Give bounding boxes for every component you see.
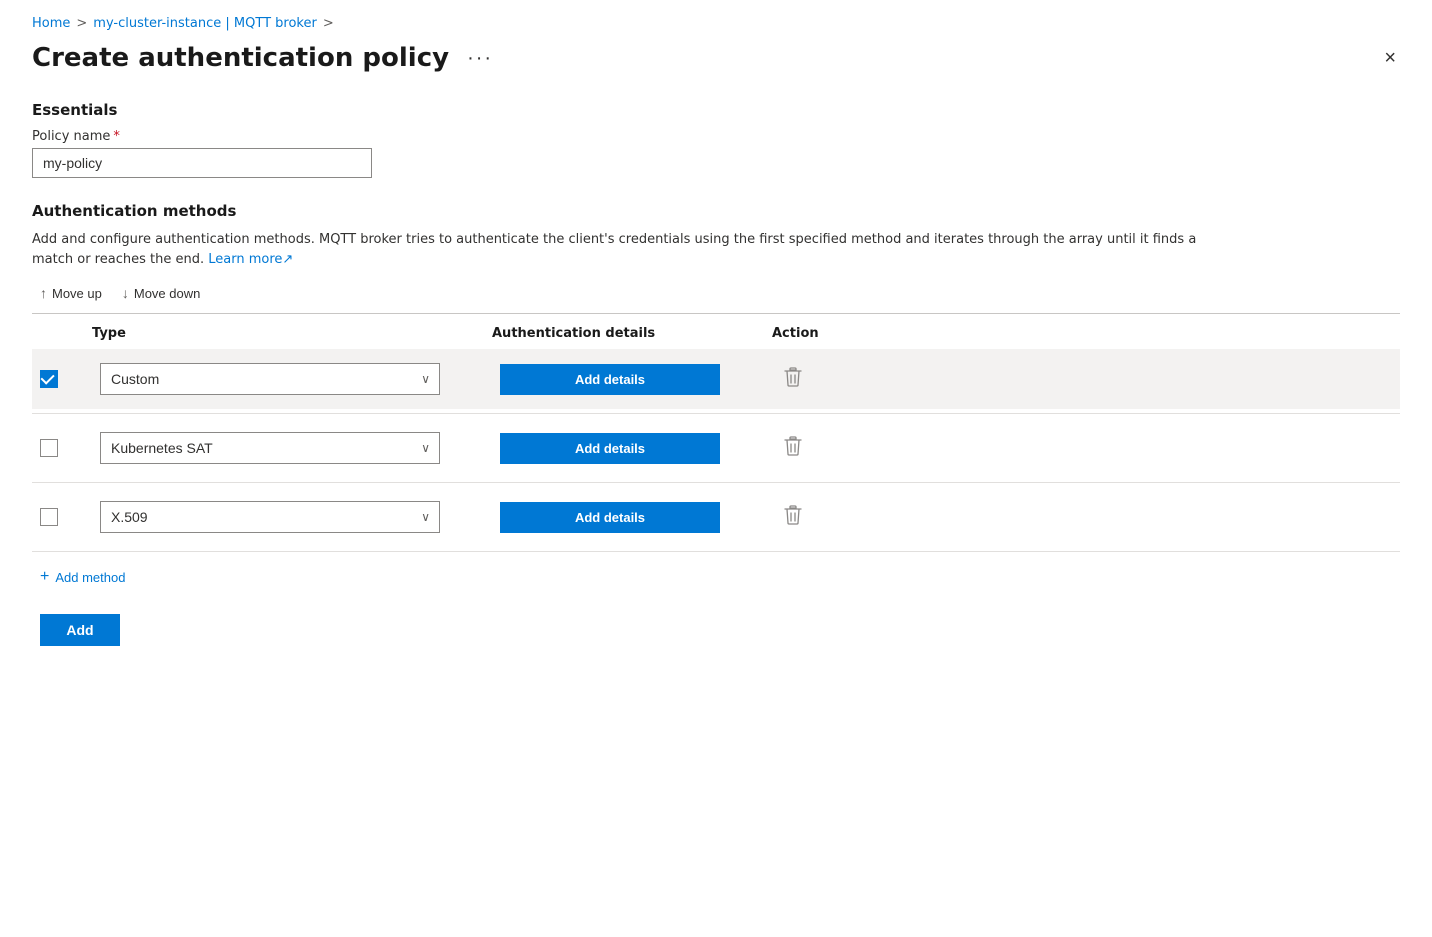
row1-delete-button[interactable] [780,363,806,396]
close-button[interactable]: × [1380,44,1400,72]
add-button[interactable]: Add [40,614,120,646]
col-header-type: Type [92,326,492,341]
row2-type-wrapper: Custom Kubernetes SAT X.509 ∨ [100,432,440,464]
table-row-2: Custom Kubernetes SAT X.509 ∨ Add detail… [40,418,1392,478]
auth-methods-title: Authentication methods [32,202,1400,220]
row1-add-details-button[interactable]: Add details [500,364,720,395]
page-header: Create authentication policy ··· × [32,43,1400,73]
add-method-label: Add method [55,570,125,585]
move-down-button[interactable]: ↓ Move down [114,281,208,305]
row2-checkbox-col [40,439,100,457]
add-method-button[interactable]: + Add method [32,556,133,598]
breadcrumb-sep2: > [323,16,334,31]
header-left: Create authentication policy ··· [32,43,499,73]
row3-type-select[interactable]: Custom Kubernetes SAT X.509 [100,501,440,533]
row2-type-col: Custom Kubernetes SAT X.509 ∨ [100,432,500,464]
table-row-3: Custom Kubernetes SAT X.509 ∨ Add detail… [40,487,1392,547]
row3-auth-details-col: Add details [500,502,780,533]
col-header-action: Action [772,326,892,341]
row3-type-col: Custom Kubernetes SAT X.509 ∨ [100,501,500,533]
row1-trash-icon [784,367,802,387]
row3-type-wrapper: Custom Kubernetes SAT X.509 ∨ [100,501,440,533]
row1-action-col [780,363,900,396]
row1-auth-details-col: Add details [500,364,780,395]
page-container: Home > my-cluster-instance | MQTT broker… [0,0,1432,678]
auth-methods-section: Authentication methods Add and configure… [32,202,1400,598]
row3-divider [32,551,1400,552]
breadcrumb: Home > my-cluster-instance | MQTT broker… [32,16,1400,31]
row3-trash-icon [784,505,802,525]
row3-add-details-button[interactable]: Add details [500,502,720,533]
table-row-wrapper-3: Custom Kubernetes SAT X.509 ∨ Add detail… [32,487,1400,547]
row2-auth-details-col: Add details [500,433,780,464]
row2-delete-button[interactable] [780,432,806,465]
table-row-wrapper-1: Custom Kubernetes SAT X.509 ∨ Add detail… [32,349,1400,409]
add-method-icon: + [40,568,49,586]
more-options-button[interactable]: ··· [461,45,499,72]
row2-action-col [780,432,900,465]
row3-delete-button[interactable] [780,501,806,534]
col-header-checkbox [32,326,92,341]
row1-type-select[interactable]: Custom Kubernetes SAT X.509 [100,363,440,395]
policy-name-label: Policy name * [32,129,1400,144]
row1-type-col: Custom Kubernetes SAT X.509 ∨ [100,363,500,395]
table-header: Type Authentication details Action [32,314,1400,349]
row3-checkbox-col [40,508,100,526]
policy-name-input[interactable] [32,148,372,178]
essentials-title: Essentials [32,101,1400,119]
auth-table: Type Authentication details Action Custo… [32,314,1400,598]
row1-checkbox[interactable] [40,370,58,388]
auth-methods-description: Add and configure authentication methods… [32,230,1232,269]
footer-actions: Add [32,614,1400,646]
learn-more-link[interactable]: Learn more↗ [208,252,293,267]
table-row-1: Custom Kubernetes SAT X.509 ∨ Add detail… [40,349,1392,409]
page-title: Create authentication policy [32,43,449,73]
essentials-section: Essentials Policy name * [32,101,1400,178]
row2-trash-icon [784,436,802,456]
row2-divider [32,482,1400,483]
row1-divider [32,413,1400,414]
toolbar: ↑ Move up ↓ Move down [32,281,1400,314]
table-row-wrapper-2: Custom Kubernetes SAT X.509 ∨ Add detail… [32,418,1400,478]
row3-action-col [780,501,900,534]
breadcrumb-home[interactable]: Home [32,16,70,31]
row2-add-details-button[interactable]: Add details [500,433,720,464]
row1-type-wrapper: Custom Kubernetes SAT X.509 ∨ [100,363,440,395]
move-up-icon: ↑ [40,285,47,301]
move-down-icon: ↓ [122,285,129,301]
required-indicator: * [113,129,120,144]
row2-type-select[interactable]: Custom Kubernetes SAT X.509 [100,432,440,464]
move-up-button[interactable]: ↑ Move up [32,281,110,305]
policy-name-group: Policy name * [32,129,1400,178]
breadcrumb-cluster[interactable]: my-cluster-instance | MQTT broker [93,16,317,31]
row1-checkbox-col [40,370,100,388]
col-header-auth-details: Authentication details [492,326,772,341]
row2-checkbox[interactable] [40,439,58,457]
row3-checkbox[interactable] [40,508,58,526]
breadcrumb-sep1: > [76,16,87,31]
